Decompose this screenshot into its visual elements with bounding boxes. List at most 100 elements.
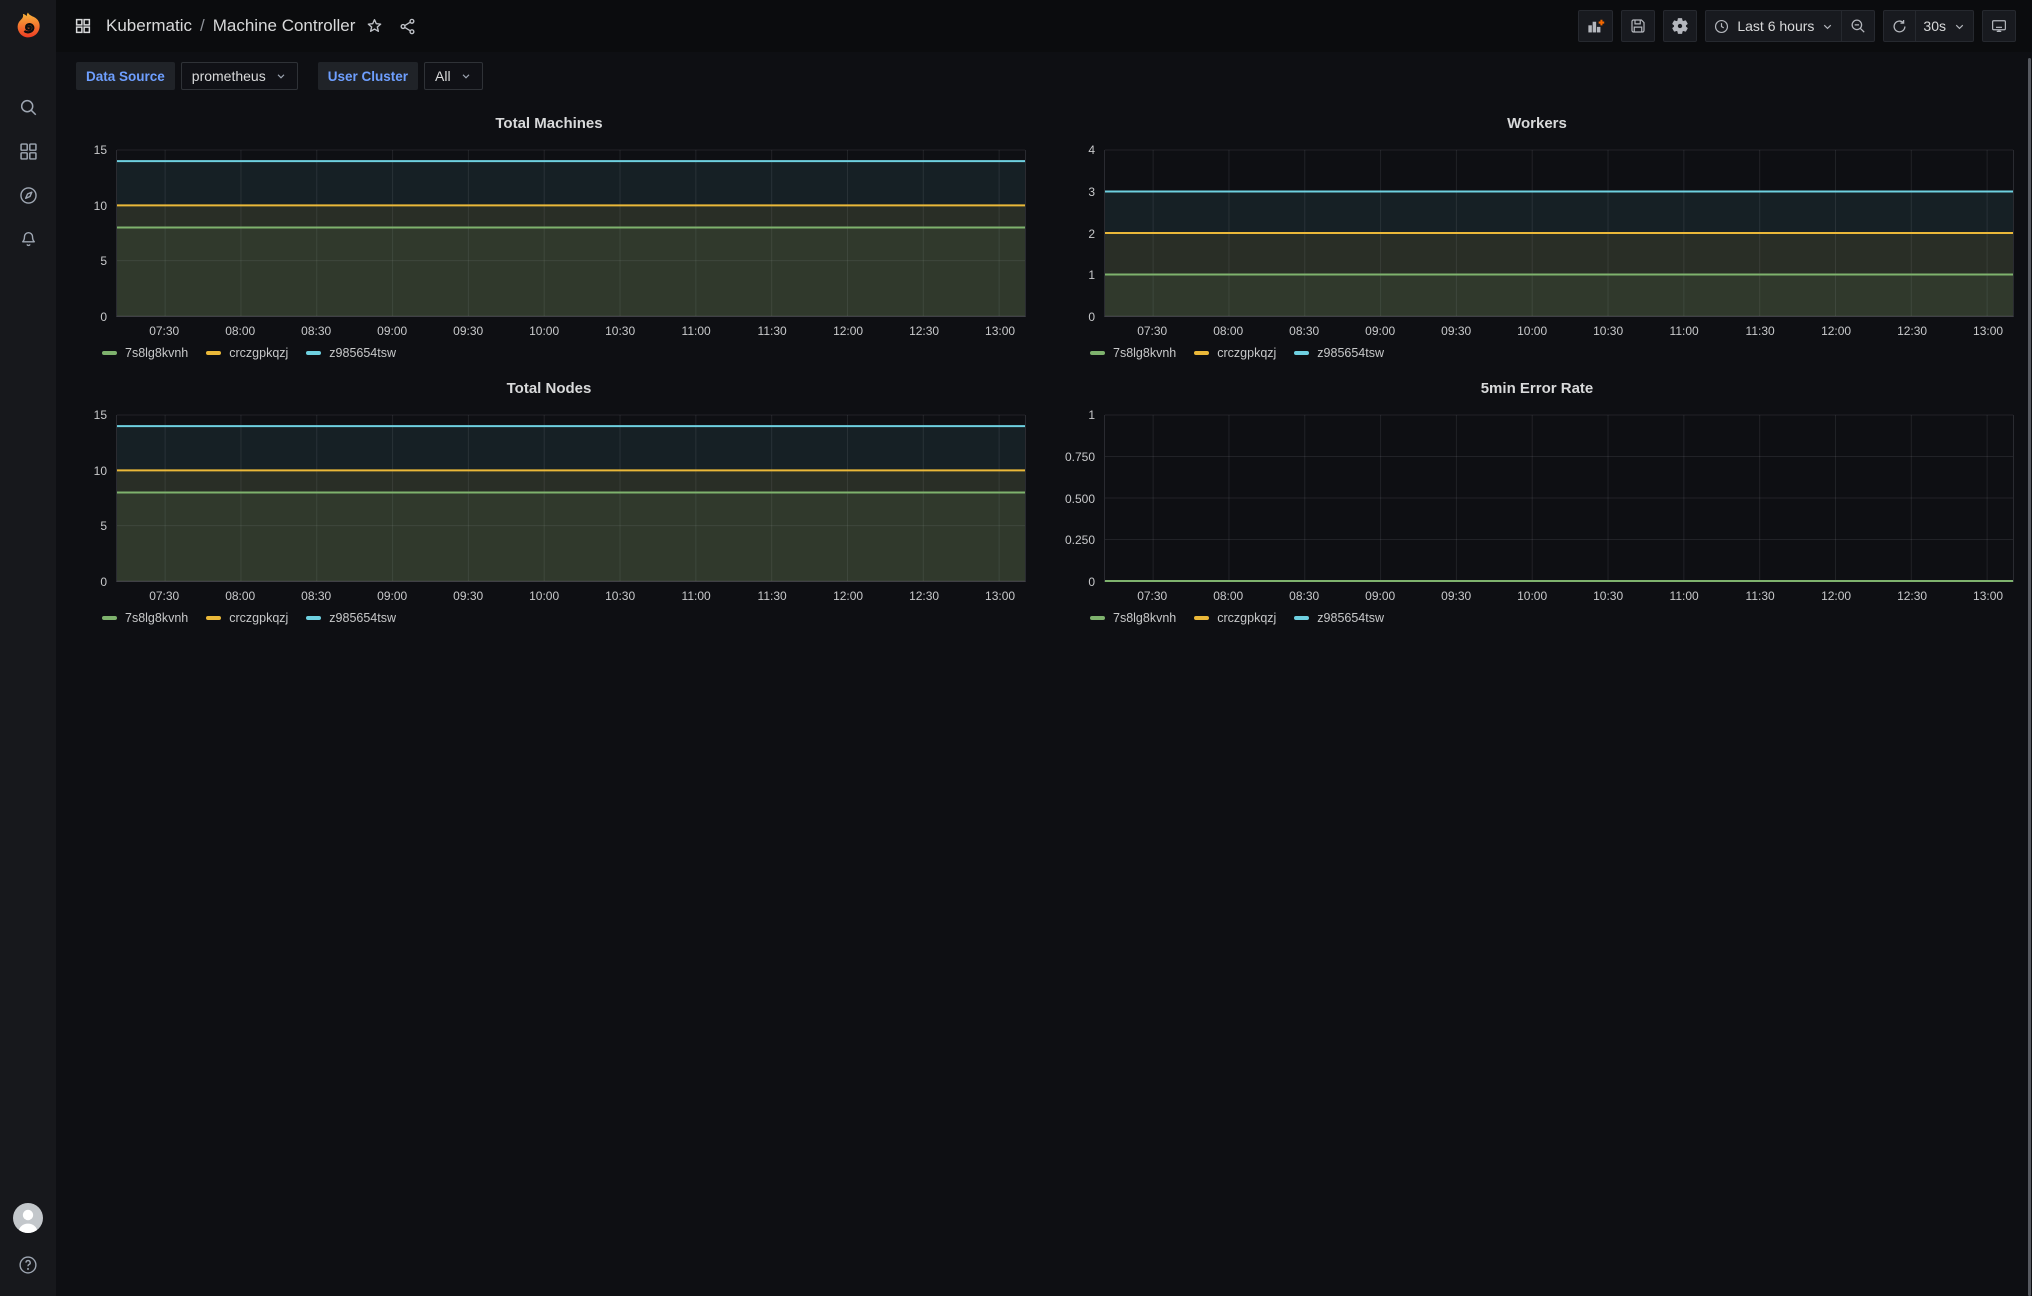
chart-body: 0 5 10 15 07:30 08:00 08:30 09:00 09:30 10:00 10:3… <box>72 408 1026 630</box>
x-tick-label: 11:30 <box>757 589 787 603</box>
y-tick-label: 15 <box>93 143 107 157</box>
plot-area[interactable] <box>116 415 1026 582</box>
x-tick-label: 08:30 <box>1289 589 1320 603</box>
main-area: Kubermatic / Machine Controller Last 6 h… <box>56 0 2032 1296</box>
y-tick-label: 3 <box>1088 184 1095 199</box>
refresh-button[interactable] <box>1883 10 1917 42</box>
legend-item-crczgpkqzj[interactable]: crczgpkqzj <box>206 346 288 360</box>
page-title: Machine Controller <box>212 16 356 35</box>
variables-bar: Data Source prometheus User Cluster All <box>56 52 2032 100</box>
variable-value-data-source[interactable]: prometheus <box>180 62 298 90</box>
legend-series-swatch <box>1090 351 1105 355</box>
legend-item-z985654tsw[interactable]: z985654tsw <box>306 346 396 360</box>
plot-area[interactable] <box>1104 150 2014 317</box>
legend-series-name: z985654tsw <box>1317 346 1385 360</box>
save-icon <box>1631 19 1645 33</box>
x-tick-label: 12:30 <box>909 589 940 603</box>
y-tick-label: 0 <box>100 310 107 324</box>
sidebar-item-alerting[interactable] <box>8 222 48 256</box>
y-tick-label: 2 <box>1088 226 1095 241</box>
add-panel-button[interactable] <box>1578 10 1614 42</box>
legend-item-7s8lg8kvnh[interactable]: 7s8lg8kvnh <box>1090 611 1176 625</box>
sidebar-bottom <box>8 1202 48 1296</box>
variable-value-user-cluster[interactable]: All <box>424 62 483 90</box>
legend-item-7s8lg8kvnh[interactable]: 7s8lg8kvnh <box>1090 346 1176 360</box>
x-tick-label: 13:00 <box>985 589 1016 603</box>
legend-item-z985654tsw[interactable]: z985654tsw <box>1294 611 1384 625</box>
breadcrumb-folder[interactable]: Kubermatic <box>106 16 192 36</box>
x-tick-label: 12:00 <box>1821 324 1852 338</box>
sidebar-item-search[interactable] <box>8 90 48 124</box>
x-axis: 07:30 08:00 08:30 09:00 09:30 10:00 10:30 11:00… <box>116 582 1026 606</box>
sidebar-item-dashboards[interactable] <box>8 134 48 168</box>
search-icon <box>20 99 36 115</box>
time-picker-group: Last 6 hours <box>1705 10 1876 42</box>
navbar-left: Kubermatic / Machine Controller <box>70 13 421 40</box>
x-tick-label: 10:00 <box>1517 589 1548 603</box>
panel-title[interactable]: Total Machines <box>72 114 1026 134</box>
x-tick-label: 07:30 <box>149 324 180 338</box>
dashboard-settings-button[interactable] <box>1663 10 1698 42</box>
x-tick-label: 09:30 <box>1441 324 1472 338</box>
vertical-scrollbar[interactable] <box>2028 58 2031 1296</box>
x-tick-label: 11:00 <box>681 589 711 603</box>
save-dashboard-button[interactable] <box>1621 10 1656 42</box>
dashboard-apps-button[interactable] <box>70 13 96 39</box>
x-tick-label: 12:30 <box>1897 324 1928 338</box>
kiosk-mode-button[interactable] <box>1982 10 2016 42</box>
panel-title[interactable]: 5min Error Rate <box>1060 379 2014 399</box>
x-tick-label: 10:30 <box>1593 324 1624 338</box>
x-axis: 07:30 08:00 08:30 09:00 09:30 10:00 10:30 11:00… <box>1104 582 2014 606</box>
x-tick-label: 07:30 <box>149 589 180 603</box>
y-tick-label: 5 <box>100 254 107 269</box>
x-tick-label: 09:00 <box>377 589 408 603</box>
panel-title[interactable]: Total Nodes <box>72 379 1026 399</box>
x-tick-label: 09:30 <box>1441 589 1472 603</box>
legend-series-swatch <box>206 351 222 355</box>
zoom-out-time-button[interactable] <box>1842 10 1876 42</box>
x-tick-label: 12:30 <box>909 324 940 338</box>
legend-item-crczgpkqzj[interactable]: crczgpkqzj <box>1194 611 1276 625</box>
legend-item-7s8lg8kvnh[interactable]: 7s8lg8kvnh <box>102 611 188 625</box>
plot-area[interactable] <box>1104 415 2014 582</box>
legend-item-z985654tsw[interactable]: z985654tsw <box>1294 346 1384 360</box>
favorite-button[interactable] <box>361 13 388 40</box>
y-tick-label: 5 <box>100 519 107 534</box>
panel-5min-error-rate: 5min Error Rate 0 0.250 0.500 0.750 1 07:30 08:… <box>1052 373 2024 630</box>
variable-data-source: Data Source prometheus <box>76 62 298 90</box>
plot-area[interactable] <box>116 150 1026 317</box>
grafana-logo[interactable] <box>0 0 56 54</box>
chevron-down-icon <box>277 74 285 79</box>
y-tick-label: 0 <box>1088 575 1095 589</box>
legend: 7s8lg8kvnh crczgpkqzj z985654tsw <box>1060 606 2014 630</box>
dashboard-grid: Total Machines 0 5 10 15 07:30 08:00 08:30 09:00… <box>56 100 2032 1296</box>
x-axis: 07:30 08:00 08:30 09:00 09:30 10:00 10:30 11:00… <box>1104 317 2014 341</box>
panel-title[interactable]: Workers <box>1060 114 2014 134</box>
x-tick-label: 10:00 <box>529 589 560 603</box>
legend-item-crczgpkqzj[interactable]: crczgpkqzj <box>1194 346 1276 360</box>
sidebar-nav <box>8 90 48 256</box>
legend-item-crczgpkqzj[interactable]: crczgpkqzj <box>206 611 288 625</box>
x-tick-label: 09:30 <box>453 589 484 603</box>
x-tick-label: 09:00 <box>1365 589 1396 603</box>
legend: 7s8lg8kvnh crczgpkqzj z985654tsw <box>72 341 1026 365</box>
legend-item-7s8lg8kvnh[interactable]: 7s8lg8kvnh <box>102 346 188 360</box>
chevron-down-icon <box>462 74 470 79</box>
x-tick-label: 08:00 <box>225 589 256 603</box>
legend-series-name: crczgpkqzj <box>1217 611 1277 625</box>
help-button[interactable] <box>8 1248 48 1282</box>
user-avatar[interactable] <box>12 1202 44 1234</box>
x-tick-label: 11:00 <box>681 324 711 338</box>
panel-workers: Workers 0 1 2 3 4 07:30 08:00 08:30 09:00 09:30 10:… <box>1052 108 2024 365</box>
variable-user-cluster: User Cluster All <box>317 62 483 90</box>
avatar-icon <box>13 1203 43 1233</box>
apps-grid-icon <box>75 18 91 34</box>
share-button[interactable] <box>394 13 421 40</box>
sidebar-item-explore[interactable] <box>8 178 48 212</box>
x-tick-label: 11:00 <box>1669 589 1699 603</box>
time-range-picker[interactable]: Last 6 hours <box>1705 10 1843 42</box>
refresh-interval-picker[interactable]: 30s <box>1916 10 1974 42</box>
y-axis: 0 5 10 15 <box>72 143 116 324</box>
legend-item-z985654tsw[interactable]: z985654tsw <box>306 611 396 625</box>
y-tick-label: 0.250 <box>1064 533 1095 548</box>
